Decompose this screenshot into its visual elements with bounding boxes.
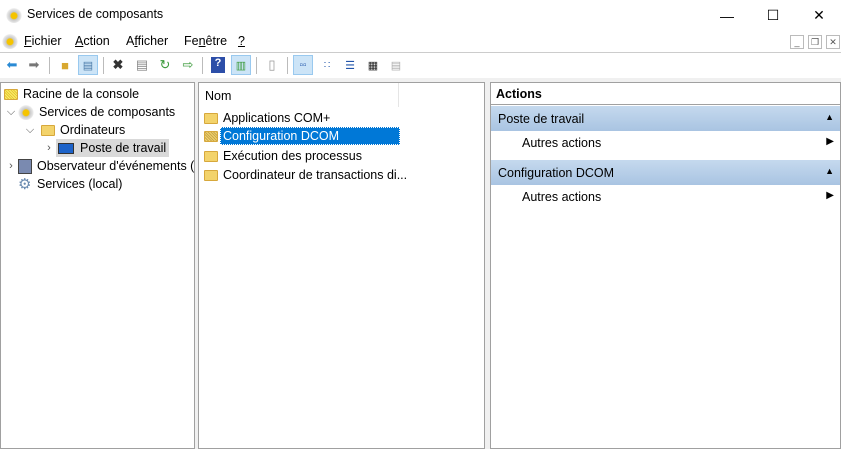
list-item[interactable]: Exécution des processus xyxy=(204,147,362,165)
actions-pane: Actions Poste de travail ▲ Autres actions… xyxy=(490,82,841,449)
delete-icon[interactable]: ✖ xyxy=(108,55,128,75)
submenu-arrow-icon: ▶ xyxy=(826,136,834,147)
refresh-icon[interactable]: ↻ xyxy=(155,55,175,75)
event-viewer-icon xyxy=(18,158,32,174)
actions-header: Actions xyxy=(491,83,840,105)
menu-fenetre[interactable]: Fenêtre xyxy=(184,34,227,48)
toolbar-separator xyxy=(103,57,104,74)
gear-icon: ⚙ xyxy=(18,176,32,193)
up-folder-icon[interactable]: ■ xyxy=(55,55,75,75)
custom-view-icon[interactable]: ▤ xyxy=(386,55,406,75)
mdi-restore-button[interactable]: ❐ xyxy=(808,35,822,49)
tree-item-label: Observateur d'événements ( xyxy=(37,159,195,173)
tree-item-label: Racine de la console xyxy=(23,87,140,101)
detail-view-icon[interactable]: ▦ xyxy=(363,55,383,75)
folder-icon xyxy=(204,112,218,124)
minimize-button[interactable]: — xyxy=(704,0,750,31)
column-header-nom[interactable]: Nom xyxy=(199,83,399,107)
tree-item-label: Services (local) xyxy=(37,177,123,191)
menu-afficher[interactable]: Afficher xyxy=(126,34,168,48)
component-services-icon xyxy=(6,7,22,23)
tree-item-console-root[interactable]: Racine de la console xyxy=(4,85,139,103)
tree-item-label: Services de composants xyxy=(39,105,176,119)
tree-item-poste-de-travail[interactable]: › Poste de travail xyxy=(42,139,170,157)
chevron-right-icon[interactable]: › xyxy=(4,160,18,172)
show-hide-tree-icon[interactable]: ▤ xyxy=(78,55,98,75)
toolbar-separator xyxy=(202,57,203,74)
toolbar-separator xyxy=(49,57,50,74)
tree-item-label: Ordinateurs xyxy=(60,123,126,137)
list-item[interactable]: Applications COM+ xyxy=(204,109,330,127)
list-item[interactable]: Coordinateur de transactions di... xyxy=(204,166,407,184)
help-icon[interactable]: ? xyxy=(211,57,225,73)
maximize-button[interactable]: ☐ xyxy=(750,0,796,31)
action-autres-actions[interactable]: Autres actions ▶ xyxy=(491,131,840,156)
folder-icon xyxy=(4,88,18,100)
folder-icon xyxy=(204,150,218,162)
toolbar-separator xyxy=(287,57,288,74)
menu-fichier[interactable]: Fichier xyxy=(24,34,62,48)
tree-item-component-services[interactable]: ⌵ Services de composants xyxy=(4,103,175,121)
title-bar: Services de composants — ☐ ✕ xyxy=(0,0,841,31)
action-autres-actions[interactable]: Autres actions ▶ xyxy=(491,185,840,210)
submenu-arrow-icon: ▶ xyxy=(826,190,834,201)
window-title: Services de composants xyxy=(27,7,164,21)
large-icons-view-icon[interactable]: ▫▫ xyxy=(293,55,313,75)
export-list-icon[interactable]: ⇨ xyxy=(178,55,198,75)
chevron-right-icon[interactable]: › xyxy=(42,142,56,154)
new-window-icon[interactable]: ▯ xyxy=(262,55,282,75)
actions-section-poste-de-travail[interactable]: Poste de travail ▲ xyxy=(491,106,840,131)
list-item-label: Exécution des processus xyxy=(223,149,362,163)
collapse-icon[interactable]: ▲ xyxy=(825,112,834,122)
folder-icon xyxy=(204,130,218,142)
mdi-minimize-button[interactable]: _ xyxy=(790,35,804,49)
back-icon[interactable]: ⬅ xyxy=(2,55,22,75)
list-item-label: Configuration DCOM xyxy=(220,127,400,145)
chevron-down-icon[interactable]: ⌵ xyxy=(4,106,18,119)
action-label: Autres actions xyxy=(522,136,602,150)
list-item-selected[interactable]: Configuration DCOM xyxy=(204,127,400,145)
small-icons-view-icon[interactable]: ∷ xyxy=(317,55,337,75)
tree-item-label: Poste de travail xyxy=(80,141,167,155)
console-tree: Racine de la console ⌵ Services de compos… xyxy=(0,82,195,449)
tree-item-services-local[interactable]: ⚙ Services (local) xyxy=(4,175,122,193)
properties-icon[interactable]: ▤ xyxy=(132,55,152,75)
mdi-close-button[interactable]: ✕ xyxy=(826,35,840,49)
list-view-icon[interactable]: ☰ xyxy=(340,55,360,75)
folder-icon xyxy=(204,169,218,181)
menu-action[interactable]: Action xyxy=(75,34,110,48)
menu-bar: Fichier Action Afficher Fenêtre ? _ ❐ ✕ xyxy=(0,31,841,53)
results-pane: Nom Applications COM+ Configuration DCOM… xyxy=(198,82,485,449)
list-item-label: Applications COM+ xyxy=(223,111,331,125)
tree-item-event-viewer[interactable]: › Observateur d'événements ( xyxy=(4,157,194,175)
forward-icon[interactable]: ➡ xyxy=(24,55,44,75)
show-hide-action-pane-icon[interactable]: ▥ xyxy=(231,55,251,75)
action-label: Autres actions xyxy=(522,190,602,204)
collapse-icon[interactable]: ▲ xyxy=(825,166,834,176)
close-button[interactable]: ✕ xyxy=(796,0,841,31)
tree-item-ordinateurs[interactable]: ⌵ Ordinateurs xyxy=(23,121,125,139)
component-services-icon xyxy=(18,104,34,120)
section-title: Configuration DCOM xyxy=(498,166,615,180)
list-item-label: Coordinateur de transactions di... xyxy=(223,168,408,182)
toolbar: ⬅ ➡ ■ ▤ ✖ ▤ ↻ ⇨ ? ▥ ▯ ▫▫ ∷ ☰ ▦ ▤ xyxy=(0,53,841,78)
toolbar-separator xyxy=(256,57,257,74)
folder-icon xyxy=(41,124,55,136)
chevron-down-icon[interactable]: ⌵ xyxy=(23,124,37,137)
actions-section-configuration-dcom[interactable]: Configuration DCOM ▲ xyxy=(491,160,840,185)
computer-icon xyxy=(58,142,74,154)
menu-help[interactable]: ? xyxy=(238,34,245,48)
section-title: Poste de travail xyxy=(498,112,585,126)
system-menu-icon[interactable] xyxy=(2,33,18,49)
